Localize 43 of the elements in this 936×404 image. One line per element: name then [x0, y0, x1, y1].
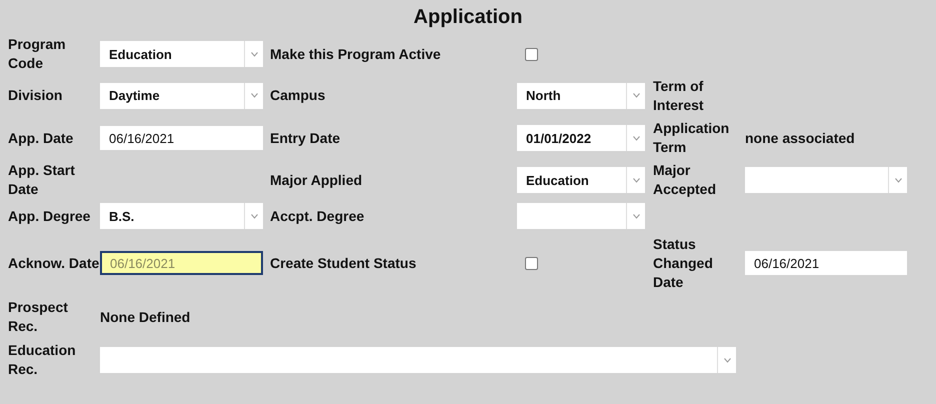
field-label: Create Student Status — [270, 254, 416, 272]
chevron-down-icon — [894, 178, 902, 182]
dropdown[interactable]: 01/01/2022 — [517, 125, 645, 151]
field-label: Status Changed Date — [653, 234, 714, 292]
field-label: Application Term — [653, 119, 730, 157]
field-label: Major Applied — [270, 170, 362, 190]
chevron-down-icon — [632, 136, 640, 140]
field-value: none associated — [745, 130, 855, 146]
date-field[interactable]: 06/16/2021 — [745, 251, 907, 275]
field-label: Prospect Rec. — [8, 298, 69, 336]
date-field[interactable]: 06/16/2021 — [100, 126, 263, 150]
field-label: Campus — [270, 86, 326, 105]
field-label: App. Start Date — [8, 161, 76, 199]
dropdown[interactable] — [517, 203, 645, 229]
field-label: Division — [8, 86, 62, 105]
chevron-down-icon — [632, 214, 640, 218]
field-label: Program Code — [8, 35, 67, 73]
dropdown[interactable]: Education — [517, 167, 645, 193]
dropdown[interactable] — [100, 347, 736, 373]
chevron-down-icon — [250, 52, 258, 56]
form-title: Application — [412, 5, 524, 30]
chevron-down-icon — [724, 358, 730, 362]
chevron-down-icon — [632, 178, 640, 182]
chevron-down-icon — [250, 214, 258, 218]
checkbox[interactable] — [525, 256, 538, 270]
field-label: Accpt. Degree — [270, 206, 364, 226]
field-label: App. Degree — [8, 206, 90, 226]
dropdown[interactable]: B.S. — [100, 203, 263, 229]
field-label: Education Rec. — [8, 341, 77, 379]
field-label: Major Accepted — [653, 161, 718, 199]
field-label: Make this Program Active — [270, 44, 441, 64]
field-label: Acknow. Date — [8, 254, 100, 272]
chevron-down-icon — [632, 93, 640, 98]
checkbox[interactable] — [525, 48, 538, 60]
dropdown[interactable]: Daytime — [100, 82, 263, 108]
field-value: None Defined — [100, 309, 190, 325]
field-label: Term of Interest — [653, 76, 705, 114]
dropdown[interactable]: North — [517, 82, 645, 108]
dropdown[interactable] — [745, 167, 907, 193]
dropdown[interactable]: Education — [100, 41, 263, 67]
field-label: App. Date — [8, 128, 74, 148]
chevron-down-icon — [250, 93, 258, 98]
field-label: Entry Date — [270, 128, 340, 148]
